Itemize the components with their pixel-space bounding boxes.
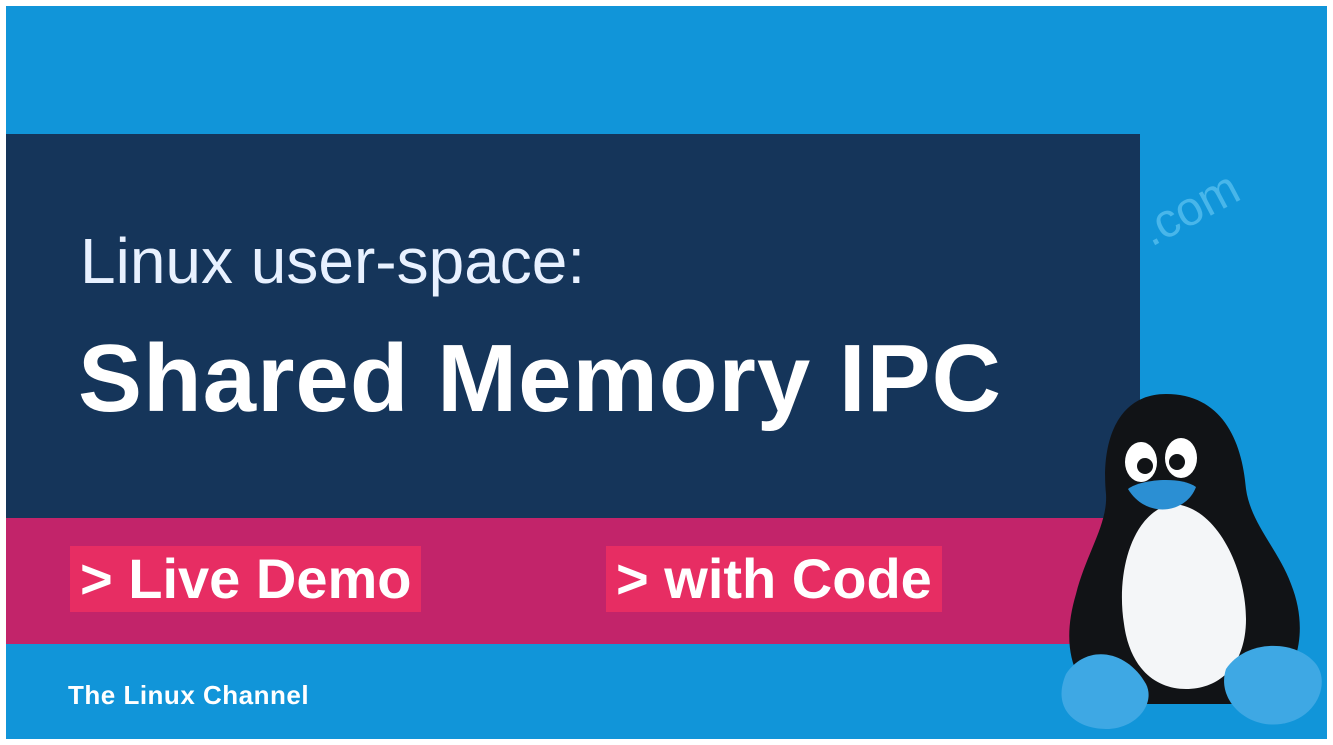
watermark-text: .com [1131,161,1249,257]
title-line-2: Shared Memory IPC [78,325,1002,432]
thumbnail-frame: .com Linux user-space: Shared Memory IPC… [6,6,1327,739]
channel-name: The Linux Channel [68,680,310,710]
tux-penguin-icon [1061,394,1322,729]
tag-with-code: > with Code [606,546,942,612]
tag-live-demo: > Live Demo [70,546,422,612]
title-line-1: Linux user-space: [80,225,586,297]
